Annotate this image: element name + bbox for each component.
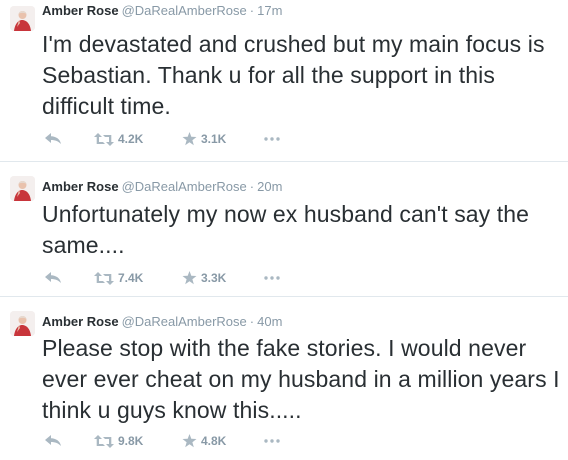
- tweet-item[interactable]: Amber Rose @DaRealAmberRose · 20m Unfortuna…: [0, 162, 568, 297]
- tweet-timeline: Amber Rose @DaRealAmberRose · 17m I'm devas…: [0, 0, 568, 460]
- separator-dot: ·: [249, 314, 255, 329]
- reply-button[interactable]: [45, 432, 62, 450]
- retweet-icon: [94, 434, 114, 448]
- favorite-button[interactable]: 3.1K: [182, 130, 226, 148]
- avatar[interactable]: [10, 311, 35, 336]
- tweet-text: Unfortunately my now ex husband can't sa…: [42, 201, 530, 258]
- author-name[interactable]: Amber Rose: [42, 3, 119, 18]
- retweet-count: 7.4K: [118, 271, 144, 285]
- tweet-timestamp[interactable]: 20m: [257, 179, 282, 194]
- reply-icon: [45, 435, 61, 446]
- more-dots-icon: [264, 137, 280, 141]
- reply-icon: [45, 272, 61, 283]
- more-button[interactable]: [264, 130, 280, 148]
- tweet-item[interactable]: Amber Rose @DaRealAmberRose · 17m I'm devas…: [0, 0, 568, 162]
- reply-icon: [45, 133, 61, 144]
- retweet-icon: [94, 132, 114, 146]
- more-button[interactable]: [264, 269, 280, 287]
- favorite-button[interactable]: 3.3K: [182, 269, 226, 287]
- tweet-actions: 7.4K 3.3K: [42, 269, 342, 287]
- separator-dot: ·: [249, 3, 255, 18]
- star-icon: [182, 132, 197, 146]
- avatar[interactable]: [10, 6, 35, 31]
- favorite-button[interactable]: 4.8K: [182, 432, 226, 450]
- tweet-actions: 4.2K 3.1K: [42, 130, 342, 148]
- retweet-button[interactable]: 4.2K: [94, 130, 143, 148]
- author-handle[interactable]: @DaRealAmberRose: [122, 179, 247, 194]
- tweet-header: Amber Rose @DaRealAmberRose · 17m: [42, 3, 282, 19]
- retweet-button[interactable]: 9.8K: [94, 432, 143, 450]
- tweet-text: I'm devastated and crushed but my main f…: [42, 31, 545, 119]
- tweet-header: Amber Rose @DaRealAmberRose · 20m: [42, 179, 282, 195]
- reply-button[interactable]: [45, 130, 62, 148]
- tweet-header: Amber Rose @DaRealAmberRose · 40m: [42, 314, 282, 330]
- reply-button[interactable]: [45, 269, 62, 287]
- star-icon: [182, 434, 197, 448]
- tweet-timestamp[interactable]: 40m: [257, 314, 282, 329]
- tweet-actions: 9.8K 4.8K: [42, 432, 342, 450]
- star-icon: [182, 271, 197, 285]
- author-name[interactable]: Amber Rose: [42, 314, 119, 329]
- retweet-count: 4.2K: [118, 132, 144, 146]
- more-dots-icon: [264, 439, 280, 443]
- tweet-text: Please stop with the fake stories. I wou…: [42, 335, 560, 423]
- favorite-count: 4.8K: [201, 434, 227, 448]
- tweet-item[interactable]: Amber Rose @DaRealAmberRose · 40m Please st…: [0, 297, 568, 460]
- retweet-icon: [94, 271, 114, 285]
- favorite-count: 3.1K: [201, 132, 227, 146]
- more-button[interactable]: [264, 432, 280, 450]
- favorite-count: 3.3K: [201, 271, 227, 285]
- more-dots-icon: [264, 276, 280, 280]
- separator-dot: ·: [249, 179, 255, 194]
- author-handle[interactable]: @DaRealAmberRose: [122, 3, 247, 18]
- author-handle[interactable]: @DaRealAmberRose: [122, 314, 247, 329]
- tweet-timestamp[interactable]: 17m: [257, 3, 282, 18]
- avatar[interactable]: [10, 176, 35, 201]
- retweet-count: 9.8K: [118, 434, 144, 448]
- author-name[interactable]: Amber Rose: [42, 179, 119, 194]
- retweet-button[interactable]: 7.4K: [94, 269, 143, 287]
